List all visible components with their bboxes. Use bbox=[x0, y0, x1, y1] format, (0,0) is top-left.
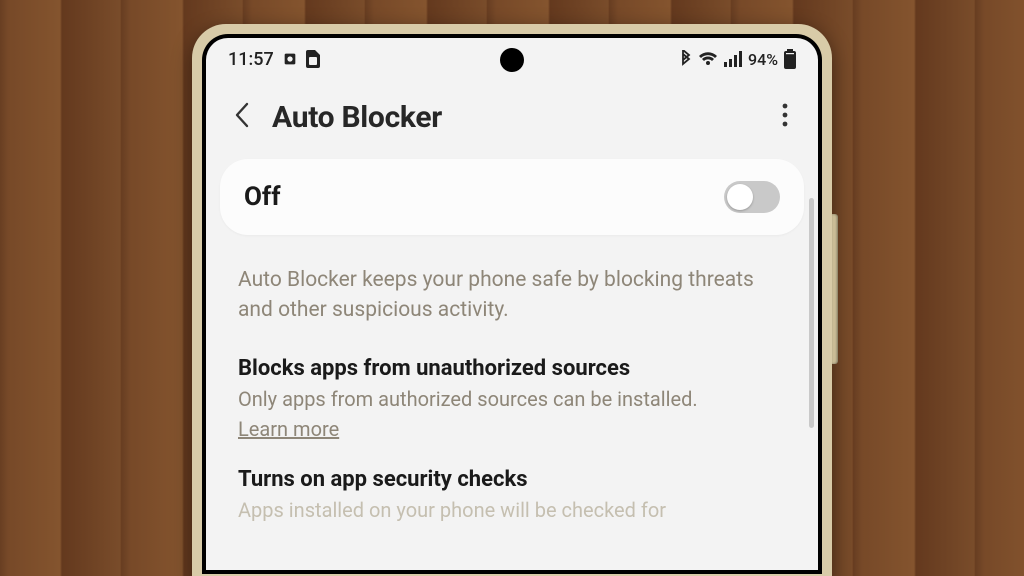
phone-frame: 11:57 bbox=[192, 24, 832, 576]
phone-screen: 11:57 bbox=[206, 38, 818, 570]
feature-description: Auto Blocker keeps your phone safe by bl… bbox=[206, 235, 818, 348]
more-options-button[interactable] bbox=[774, 99, 796, 136]
wifi-icon bbox=[698, 51, 718, 67]
section-body: Only apps from authorized sources can be… bbox=[238, 387, 698, 411]
master-toggle-label: Off bbox=[244, 182, 281, 212]
section-title: Turns on app security checks bbox=[238, 467, 786, 492]
section-security-checks: Turns on app security checks bbox=[206, 459, 818, 498]
section-body-truncated: Apps installed on your phone will be che… bbox=[206, 498, 818, 522]
page-title: Auto Blocker bbox=[272, 100, 758, 135]
front-camera bbox=[500, 48, 524, 72]
learn-more-link[interactable]: Learn more bbox=[238, 415, 339, 443]
phone-side-button bbox=[832, 214, 838, 364]
page-header: Auto Blocker bbox=[206, 80, 818, 159]
alarm-icon bbox=[282, 51, 298, 67]
scroll-indicator bbox=[809, 198, 814, 428]
back-button[interactable] bbox=[228, 98, 256, 137]
section-blocks-apps: Blocks apps from unauthorized sources On… bbox=[206, 348, 818, 459]
status-battery-text: 94% bbox=[748, 50, 778, 69]
status-time: 11:57 bbox=[228, 49, 274, 70]
master-toggle-row[interactable]: Off bbox=[220, 159, 804, 235]
toggle-knob bbox=[727, 184, 753, 210]
sim-icon bbox=[306, 50, 320, 68]
signal-icon bbox=[724, 51, 742, 67]
bluetooth-icon bbox=[680, 50, 692, 68]
master-toggle-switch[interactable] bbox=[724, 181, 780, 213]
section-title: Blocks apps from unauthorized sources bbox=[238, 356, 786, 381]
battery-icon bbox=[784, 49, 796, 69]
